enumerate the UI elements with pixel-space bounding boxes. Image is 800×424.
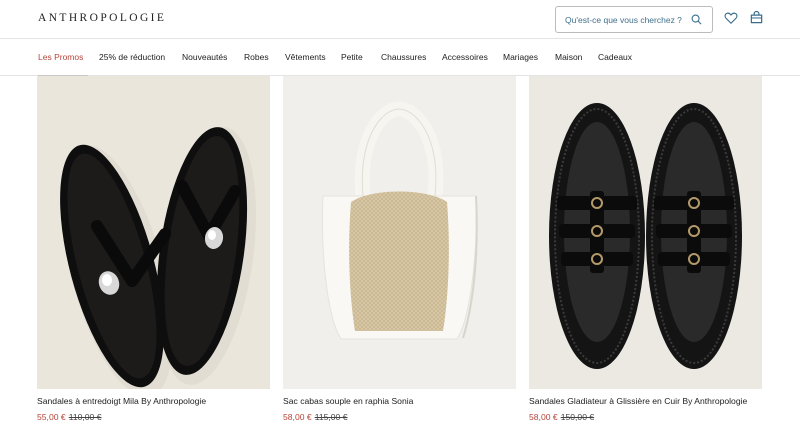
sale-price: 58,00 € [283, 412, 312, 422]
main-navigation: Les Promos 25% de réduction Nouveautés R… [0, 38, 800, 77]
nav-item-petite[interactable]: Petite [341, 52, 363, 62]
nav-item-maison[interactable]: Maison [555, 52, 582, 62]
product-title[interactable]: Sandales Gladiateur à Glissière en Cuir … [529, 396, 747, 406]
nav-item-robes[interactable]: Robes [244, 52, 269, 62]
product-price: 58,00 €115,00 € [283, 412, 348, 422]
shopping-bag-icon[interactable] [749, 10, 764, 25]
product-title[interactable]: Sandales à entredoigt Mila By Anthropolo… [37, 396, 206, 406]
product-title[interactable]: Sac cabas souple en raphia Sonia [283, 396, 413, 406]
sale-price: 55,00 € [37, 412, 66, 422]
sale-price: 58,00 € [529, 412, 558, 422]
original-price: 110,00 € [68, 412, 102, 422]
original-price: 115,00 € [314, 412, 348, 422]
product-image[interactable] [529, 76, 762, 389]
wishlist-heart-icon[interactable] [724, 11, 738, 25]
raffia-tote-bag-image [283, 76, 516, 389]
nav-item-accessoires[interactable]: Accessoires [442, 52, 488, 62]
gladiator-sandals-image [529, 76, 762, 389]
product-image[interactable] [37, 76, 270, 389]
search-box[interactable] [555, 6, 713, 33]
search-icon[interactable] [691, 14, 702, 25]
nav-item-25-reduction[interactable]: 25% de réduction [99, 52, 165, 62]
nav-item-nouveautes[interactable]: Nouveautés [182, 52, 227, 62]
search-input[interactable] [556, 7, 686, 32]
product-image[interactable] [283, 76, 516, 389]
nav-item-mariages[interactable]: Mariages [503, 52, 538, 62]
original-price: 150,00 € [560, 412, 595, 422]
nav-item-les-promos[interactable]: Les Promos [38, 52, 83, 62]
brand-logo[interactable]: ANTHROPOLOGIE [38, 12, 166, 24]
nav-item-vetements[interactable]: Vêtements [285, 52, 326, 62]
product-price: 55,00 €110,00 € [37, 412, 102, 422]
nav-item-cadeaux[interactable]: Cadeaux [598, 52, 632, 62]
product-price: 58,00 €150,00 € [529, 412, 594, 422]
nav-item-chaussures[interactable]: Chaussures [381, 52, 426, 62]
site-header: ANTHROPOLOGIE [0, 0, 800, 38]
flip-flop-sandals-image [37, 76, 270, 389]
